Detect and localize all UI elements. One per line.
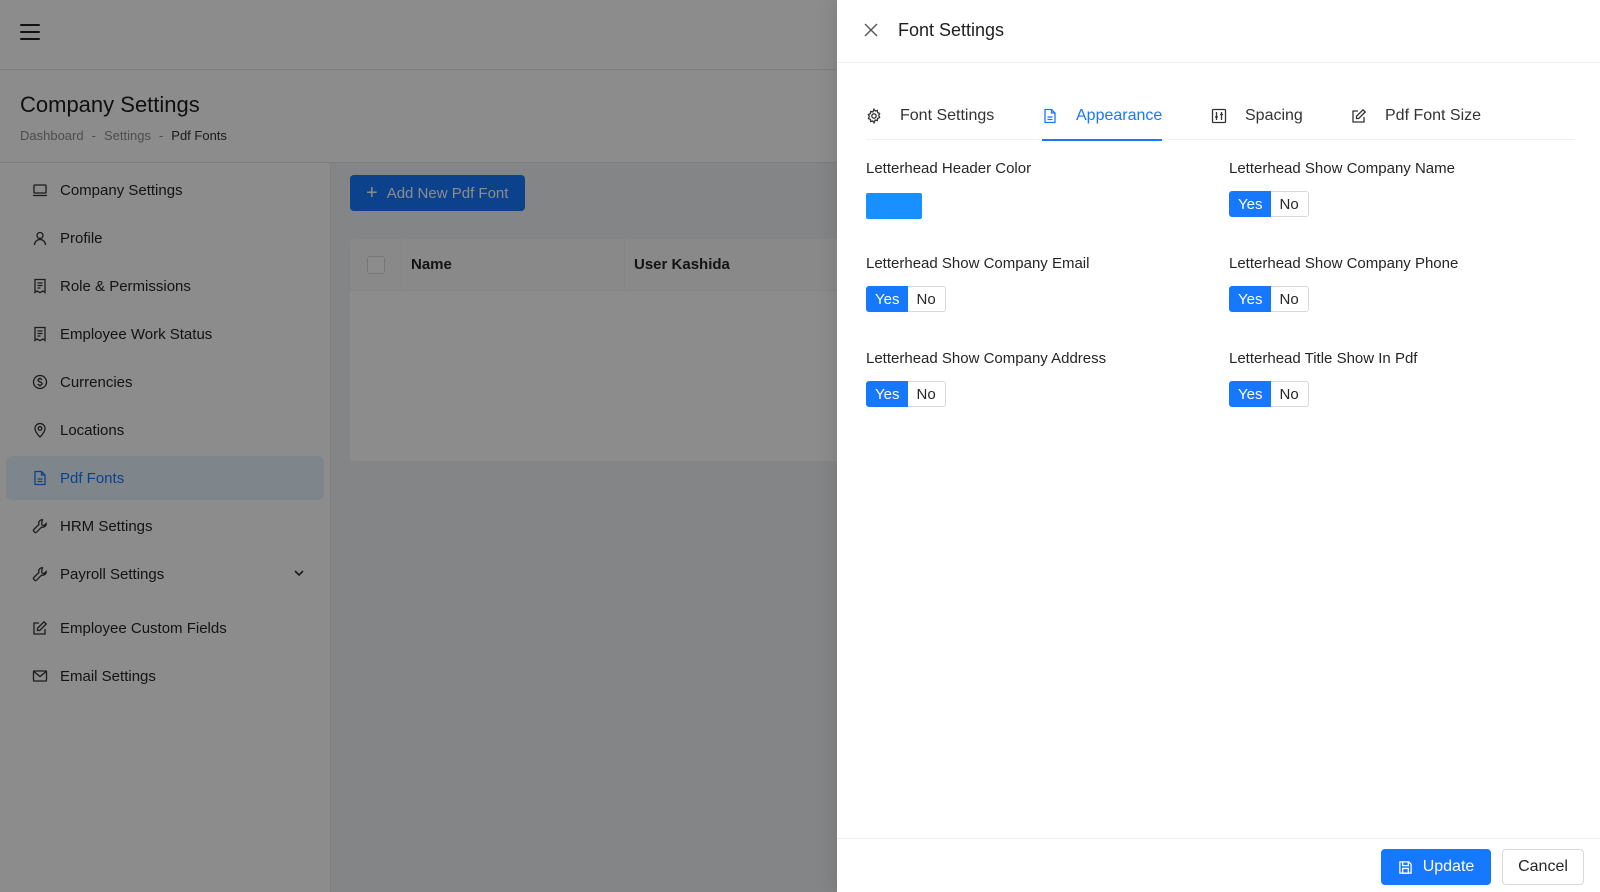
toggle-yes[interactable]: Yes [1229, 381, 1272, 407]
field-show-company-phone: Letterhead Show Company Phone Yes No [1229, 255, 1458, 312]
field-label: Letterhead Show Company Phone [1229, 255, 1459, 272]
field-label: Letterhead Header Color [866, 160, 1032, 177]
yes-no-toggle: Yes No [1229, 191, 1455, 217]
field-title-show-in-pdf: Letterhead Title Show In Pdf Yes No [1229, 350, 1417, 407]
drawer-footer: Update Cancel [837, 838, 1600, 892]
yes-no-toggle: Yes No [1229, 286, 1458, 312]
cancel-button[interactable]: Cancel [1502, 849, 1584, 885]
header-color-picker[interactable] [866, 193, 922, 219]
tab-spacing[interactable]: Spacing [1211, 92, 1303, 140]
settings-tabs: Font Settings Appearance Spacing Pdf Fon… [866, 92, 1575, 141]
yes-no-toggle: Yes No [1229, 381, 1417, 407]
yes-no-toggle: Yes No [866, 381, 1106, 407]
update-button[interactable]: Update [1381, 849, 1491, 885]
toggle-no[interactable]: No [1271, 191, 1309, 217]
tab-appearance[interactable]: Appearance [1042, 92, 1163, 141]
sliders-icon [1211, 108, 1227, 124]
field-show-company-email: Letterhead Show Company Email Yes No [866, 255, 1089, 312]
toggle-yes[interactable]: Yes [866, 381, 909, 407]
toggle-no[interactable]: No [1271, 286, 1309, 312]
yes-no-toggle: Yes No [866, 286, 1089, 312]
save-icon [1398, 860, 1413, 875]
file-icon [1042, 108, 1058, 124]
field-label: Letterhead Title Show In Pdf [1229, 350, 1418, 367]
tab-font-settings[interactable]: Font Settings [866, 92, 994, 140]
font-settings-drawer: Font Settings Font Settings Appearance S… [837, 0, 1600, 892]
field-show-company-address: Letterhead Show Company Address Yes No [866, 350, 1106, 407]
edit-icon [1351, 108, 1367, 124]
drawer-title: Font Settings [898, 20, 1005, 40]
tab-pdf-font-size[interactable]: Pdf Font Size [1351, 92, 1481, 140]
toggle-no[interactable]: No [908, 286, 946, 312]
gear-icon [866, 108, 882, 124]
field-show-company-name: Letterhead Show Company Name Yes No [1229, 160, 1455, 217]
field-label: Letterhead Show Company Email [866, 255, 1090, 272]
toggle-no[interactable]: No [908, 381, 946, 407]
field-label: Letterhead Show Company Address [866, 350, 1107, 367]
drawer-header: Font Settings [837, 0, 1600, 63]
field-header-color: Letterhead Header Color [866, 160, 1031, 219]
toggle-yes[interactable]: Yes [866, 286, 909, 312]
toggle-no[interactable]: No [1271, 381, 1309, 407]
toggle-yes[interactable]: Yes [1229, 286, 1272, 312]
close-icon[interactable] [863, 22, 879, 38]
field-label: Letterhead Show Company Name [1229, 160, 1455, 177]
toggle-yes[interactable]: Yes [1229, 191, 1272, 217]
